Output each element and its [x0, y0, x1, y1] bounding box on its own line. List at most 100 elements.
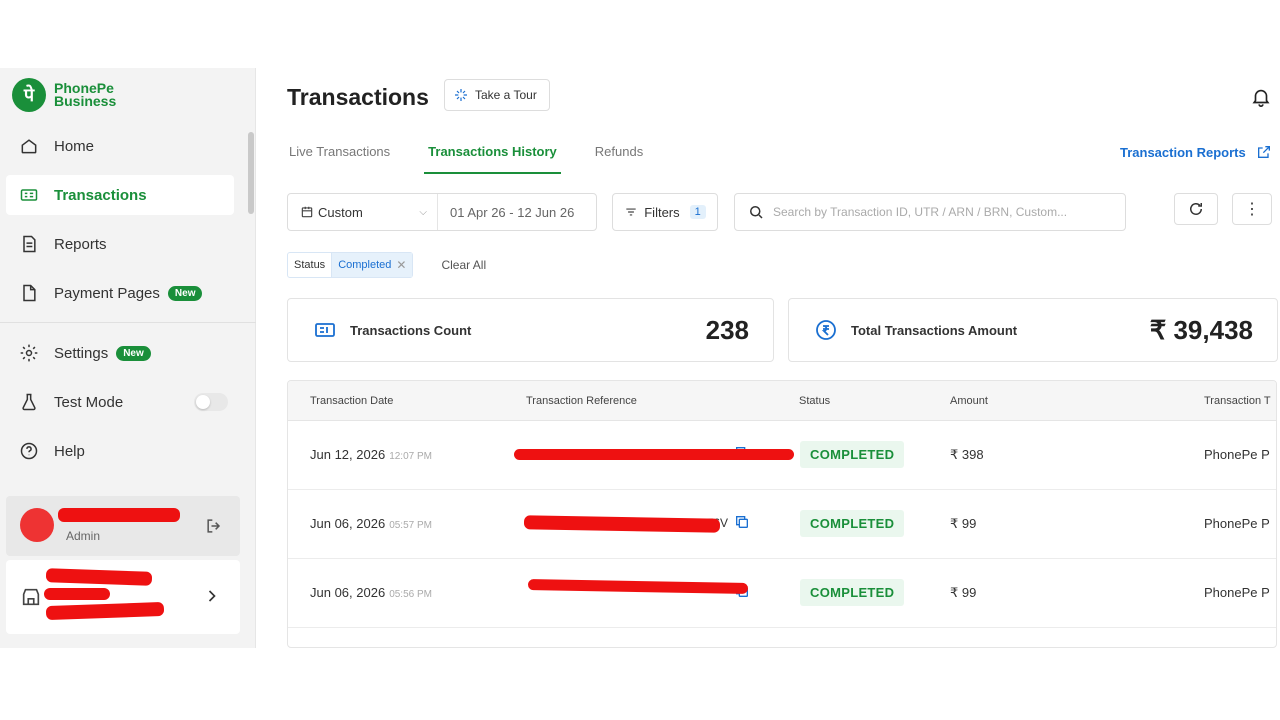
reports-icon [18, 233, 40, 255]
chip-value-text: Completed [338, 259, 392, 271]
column-header-date[interactable]: Transaction Date [310, 395, 393, 407]
sidebar-item-label: Settings [54, 344, 109, 362]
rupee-icon [813, 317, 839, 343]
more-vertical-icon: ⋮ [1244, 201, 1260, 218]
date-range-value[interactable]: 01 Apr 26 - 12 Jun 26 [438, 205, 574, 220]
active-filter-chips: Status Completed ✕ Clear All [287, 252, 486, 278]
filter-icon [626, 208, 636, 216]
tab-live-transactions[interactable]: Live Transactions [289, 144, 390, 174]
transactions-table: Transaction Date Transaction Reference S… [287, 380, 1277, 648]
table-header: Transaction Date Transaction Reference S… [288, 381, 1276, 421]
sidebar-item-home[interactable]: Home [6, 126, 234, 166]
filters-button[interactable]: Filters 1 [612, 193, 718, 231]
take-a-tour-button[interactable]: Take a Tour [444, 79, 550, 111]
redaction-mark [45, 568, 153, 586]
date-mode-dropdown[interactable]: Custom ⌵ [288, 194, 438, 230]
brand-logo[interactable]: पे PhonePe Business [12, 78, 116, 112]
transaction-type: PhonePe P [1204, 585, 1270, 600]
bell-icon[interactable] [1250, 86, 1272, 108]
transactions-count-value: 238 [705, 314, 749, 345]
chip-value: Completed ✕ [332, 253, 413, 277]
clear-all-link[interactable]: Clear All [441, 258, 486, 272]
brand-name: PhonePe Business [54, 81, 117, 109]
sidebar-item-settings[interactable]: Settings New [6, 333, 234, 373]
refresh-icon [1190, 203, 1202, 215]
sidebar-item-transactions[interactable]: Transactions [6, 175, 234, 215]
column-header-reference[interactable]: Transaction Reference [526, 395, 637, 407]
status-filter-chip[interactable]: Status Completed ✕ [287, 252, 414, 278]
chip-key: Status [288, 253, 333, 277]
tab-transactions-history[interactable]: Transactions History [424, 144, 561, 174]
table-row[interactable]: Jun 12, 2026 12:07 PM COMPLETED ₹ 398 Pho… [288, 421, 1276, 490]
filters-label: Filters [644, 204, 680, 220]
page-title: Transactions [287, 84, 429, 110]
main-content: Transactions Take a Tour Live Transactio… [256, 68, 1280, 648]
tab-refunds[interactable]: Refunds [595, 144, 643, 174]
column-header-status[interactable]: Status [799, 395, 830, 407]
logout-icon[interactable] [204, 516, 224, 536]
tab-bar: Live Transactions Transactions History R… [289, 144, 681, 174]
transaction-amount: ₹ 398 [950, 447, 984, 462]
transaction-reports-link[interactable]: Transaction Reports [1120, 144, 1272, 160]
user-profile[interactable]: Admin [6, 496, 240, 556]
sidebar-item-label: Transactions [54, 186, 147, 204]
total-amount-card: Total Transactions Amount ₹ 39,438 [788, 298, 1278, 362]
redaction-mark [44, 588, 110, 600]
transaction-date: Jun 06, 2026 05:57 PM [310, 516, 432, 531]
redaction-mark [514, 449, 794, 460]
sidebar-scrollbar[interactable] [248, 132, 254, 214]
test-mode-toggle[interactable] [194, 393, 228, 411]
date-mode-value: Custom [318, 204, 363, 220]
column-header-amount[interactable]: Amount [950, 395, 988, 407]
payment-pages-icon [18, 282, 40, 304]
column-header-type[interactable]: Transaction T [1204, 395, 1271, 407]
redaction-mark [45, 601, 165, 621]
date-range-selector[interactable]: Custom ⌵ 01 Apr 26 - 12 Jun 26 [287, 193, 597, 231]
sidebar-divider [0, 322, 256, 323]
chevron-right-icon [208, 590, 216, 602]
avatar [20, 508, 54, 542]
help-icon [18, 440, 40, 462]
transaction-type: PhonePe P [1204, 516, 1270, 531]
sidebar-item-label: Home [54, 137, 95, 155]
status-badge: COMPLETED [800, 510, 905, 537]
time-text: 05:56 PM [389, 589, 432, 600]
sidebar-item-label: Payment Pages [54, 284, 160, 302]
time-text: 12:07 PM [389, 451, 432, 462]
redaction-mark [58, 508, 180, 522]
total-amount-label: Total Transactions Amount [851, 322, 1018, 338]
sidebar: पे PhonePe Business Home Transactions Re… [0, 68, 256, 648]
status-badge: COMPLETED [800, 441, 905, 468]
search-input[interactable] [773, 205, 1113, 219]
search-box[interactable] [734, 193, 1126, 231]
table-row[interactable]: Jun 06, 202605:57 PM ...H87076V COMPLETE… [288, 490, 1276, 559]
search-icon [750, 206, 763, 219]
status-badge: COMPLETED [800, 579, 905, 606]
time-text: 05:57 PM [389, 520, 432, 531]
sidebar-item-label: Test Mode [54, 393, 124, 411]
close-icon[interactable]: ✕ [396, 258, 406, 272]
transaction-type: PhonePe P [1204, 447, 1270, 462]
more-options-button[interactable]: ⋮ [1232, 193, 1272, 225]
sidebar-item-reports[interactable]: Reports [6, 224, 234, 264]
home-icon [18, 135, 40, 157]
filters-count-badge: 1 [689, 205, 706, 219]
transaction-date: Jun 06, 2026 05:56 PM [310, 585, 432, 600]
sidebar-item-payment-pages[interactable]: Payment Pages New [6, 273, 234, 313]
sidebar-item-help[interactable]: Help [6, 431, 234, 471]
transaction-amount: ₹ 99 [950, 516, 977, 531]
transaction-reports-label: Transaction Reports [1120, 144, 1246, 160]
transaction-date: Jun 12, 2026 12:07 PM [310, 447, 432, 462]
sidebar-nav: Home Transactions Reports Payment Pages [0, 126, 256, 480]
date-text: Jun 06, 2026 [310, 585, 386, 600]
sidebar-item-test-mode[interactable]: Test Mode [6, 382, 234, 422]
brand-name-line2: Business [54, 93, 117, 109]
total-amount-value: ₹ 39,438 [1149, 314, 1253, 345]
flask-icon [18, 391, 40, 413]
sidebar-item-label: Reports [54, 235, 107, 253]
business-switcher[interactable] [6, 560, 240, 634]
chevron-down-icon: ⌵ [419, 206, 427, 218]
table-row[interactable]: Jun 06, 2026 05:56 PM COMPLETED ₹ 99 Phon… [288, 559, 1276, 628]
copy-icon[interactable] [734, 514, 750, 530]
refresh-button[interactable] [1174, 193, 1218, 225]
